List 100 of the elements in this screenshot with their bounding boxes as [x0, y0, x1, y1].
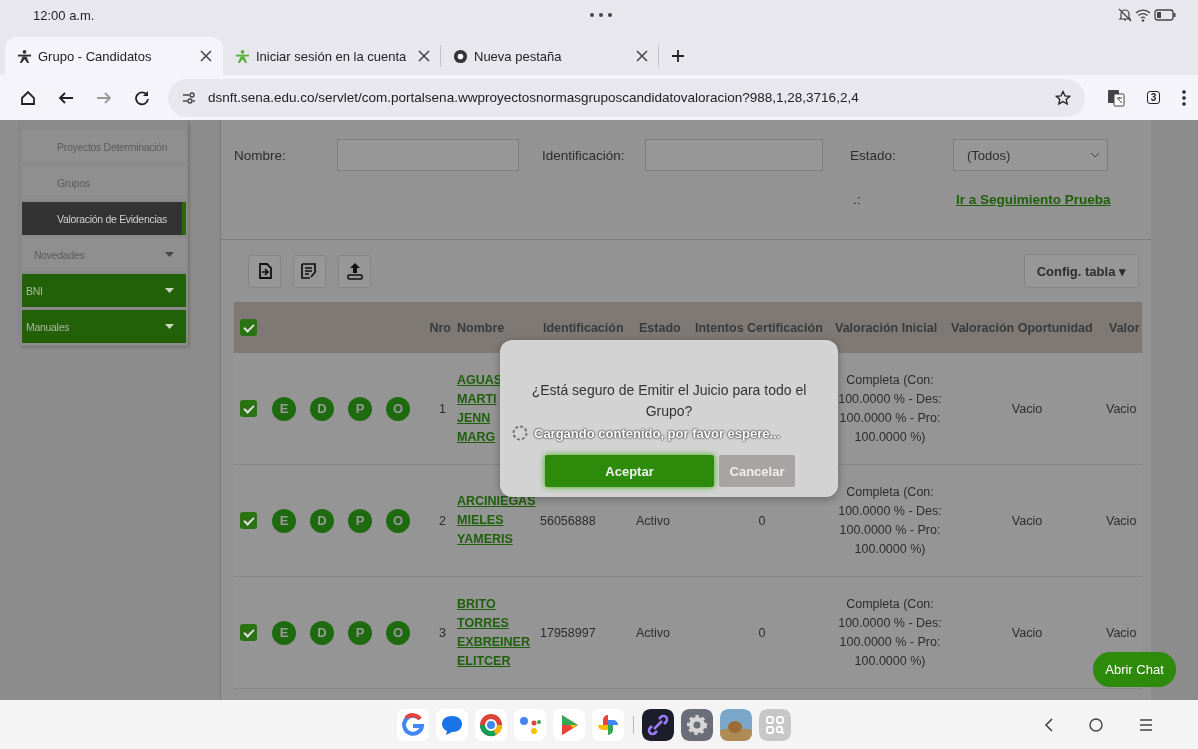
- table-cell-text: Vacio: [1010, 401, 1044, 416]
- address-field[interactable]: dsnft.sena.edu.co/servlet/com.portalsena.wwproyectosnormasgruposcandidatovaloracion?988,1,28,3716,2,4: [168, 78, 1085, 117]
- checkbox[interactable]: [240, 624, 257, 641]
- loading-message: Cargando contenido, por favor espere...: [534, 425, 781, 441]
- tab-count[interactable]: 3: [1147, 91, 1160, 104]
- browser-tab[interactable]: Iniciar sesión en la cuenta: [223, 45, 441, 67]
- field-label: .:: [853, 191, 862, 207]
- action-button[interactable]: D: [310, 396, 334, 421]
- action-button[interactable]: P: [348, 508, 372, 533]
- column-header: Nro: [428, 320, 452, 335]
- table-cell-text: Completa (Con: 100.0000 % - Des: 100.0000 % - Pro: 100.0000 %): [837, 595, 943, 670]
- close-icon[interactable]: [200, 50, 212, 62]
- forward-arrow-icon[interactable]: [96, 89, 112, 106]
- action-button[interactable]: P: [348, 396, 372, 421]
- chevron-down-icon: [1091, 152, 1099, 158]
- table-cell-text: 1: [438, 401, 447, 416]
- caret-down-icon: [165, 252, 174, 257]
- figure-logo-icon: [17, 48, 32, 64]
- table-cell-text: 17958997: [540, 625, 597, 640]
- dialog-button[interactable]: Aceptar: [545, 455, 714, 487]
- config-table-button[interactable]: Config. tabla ▾: [1023, 254, 1139, 288]
- status-dropdown[interactable]: (Todos): [953, 139, 1108, 171]
- menu-icon[interactable]: [1139, 718, 1153, 731]
- kebab-menu-icon[interactable]: [1182, 89, 1186, 106]
- clock-time: 12:00 a.m.: [33, 7, 96, 23]
- table-cell-text: Vacio: [1010, 625, 1044, 640]
- table-cell-text: Vacio: [1106, 625, 1138, 640]
- browser-tab[interactable]: Grupo - Candidatos: [5, 37, 223, 75]
- action-button[interactable]: D: [310, 620, 334, 645]
- follow-up-link[interactable]: Ir a Seguimiento Prueba: [956, 191, 1111, 207]
- column-header: Valoración Oportunidad: [950, 320, 1094, 335]
- bell-off-icon: [1118, 8, 1132, 22]
- field-label: Estado:: [850, 147, 897, 163]
- close-icon[interactable]: [636, 50, 648, 62]
- table-cell-text: Vacio: [1106, 401, 1138, 416]
- tune-icon[interactable]: [182, 91, 196, 104]
- open-chat-button[interactable]: Abrir Chat: [1093, 652, 1176, 687]
- action-button[interactable]: O: [386, 508, 410, 533]
- column-header: Valor: [1108, 320, 1141, 335]
- action-button[interactable]: E: [272, 620, 296, 645]
- checkbox[interactable]: [240, 319, 257, 336]
- more-dots-icon[interactable]: [589, 12, 613, 18]
- table-cell-text: Completa (Con: 100.0000 % - Des: 100.0000 % - Pro: 100.0000 %): [837, 371, 943, 446]
- table-cell-text: 56056888: [540, 513, 597, 528]
- home-circle-icon[interactable]: [1089, 717, 1103, 732]
- caret-down-icon: [165, 288, 174, 293]
- browser-tab[interactable]: Nueva pestaña: [441, 45, 659, 67]
- table-cell-text: 2: [438, 513, 447, 528]
- dialog-button[interactable]: Cancelar: [719, 455, 795, 487]
- reload-icon[interactable]: [134, 89, 150, 106]
- edit-list-icon[interactable]: [293, 254, 326, 288]
- action-button[interactable]: E: [272, 508, 296, 533]
- field-label: Identificación:: [542, 147, 626, 163]
- table-cell-text: Vacio: [1106, 513, 1138, 528]
- table-cell-text: Activo: [636, 625, 672, 640]
- star-icon[interactable]: [1055, 89, 1071, 106]
- name-link[interactable]: ARCINIEGAS MIELES YAMERIS: [457, 492, 536, 549]
- dialog-message: ¿Está seguro de Emitir el Juicio para todo el Grupo?: [530, 381, 808, 421]
- checkbox[interactable]: [240, 400, 257, 417]
- input-field[interactable]: [645, 139, 823, 171]
- table-cell-text: 3: [438, 625, 447, 640]
- back-chevron-icon[interactable]: [1044, 717, 1053, 732]
- action-button[interactable]: O: [386, 396, 410, 421]
- action-button[interactable]: D: [310, 508, 334, 533]
- sidebar-item[interactable]: BNI: [22, 274, 186, 307]
- name-link[interactable]: AGUAS MARTI JENN MARG: [457, 370, 503, 447]
- column-header: Identificación: [542, 320, 625, 335]
- close-icon[interactable]: [418, 50, 430, 62]
- action-button[interactable]: P: [348, 620, 372, 645]
- sidebar-item[interactable]: Valoración de Evidencias: [22, 202, 186, 235]
- photo-placeholder[interactable]: [720, 708, 752, 741]
- table-cell-text: 0: [757, 625, 767, 640]
- column-header: Estado: [638, 320, 682, 335]
- figure-logo-icon: [235, 48, 250, 64]
- link-shape-icon[interactable]: [642, 708, 674, 741]
- column-header: Intentos Certificación: [694, 320, 824, 335]
- action-button[interactable]: O: [386, 620, 410, 645]
- table-cell-text: 0: [757, 513, 767, 528]
- column-header: Valoración Inicial: [834, 320, 939, 335]
- caret-down-icon: [165, 324, 174, 329]
- home-icon[interactable]: [20, 89, 36, 106]
- battery-icon: [1154, 9, 1176, 21]
- table-cell-text: Vacio: [1010, 513, 1044, 528]
- translate-icon[interactable]: [1107, 88, 1125, 107]
- sidebar-item[interactable]: Manuales: [22, 310, 186, 343]
- circle-logo-icon: [453, 48, 468, 64]
- spinner-icon: [512, 425, 528, 441]
- column-header: Nombre: [456, 320, 506, 335]
- back-arrow-icon[interactable]: [58, 89, 74, 106]
- table-cell-text: Activo: [636, 513, 672, 528]
- checkbox[interactable]: [240, 512, 257, 529]
- wifi-icon: [1135, 8, 1151, 22]
- table-cell-text: Completa (Con: 100.0000 % - Des: 100.0000 % - Pro: 100.0000 %): [837, 483, 943, 558]
- upload-icon[interactable]: [338, 254, 371, 288]
- gear-icon[interactable]: [681, 708, 713, 741]
- action-button[interactable]: E: [272, 396, 296, 421]
- new-tab-icon[interactable]: [671, 49, 685, 63]
- field-label: Nombre:: [234, 147, 287, 163]
- name-link[interactable]: BRITO TORRES EXBREINER ELITCER: [457, 594, 530, 671]
- input-field[interactable]: [337, 139, 519, 171]
